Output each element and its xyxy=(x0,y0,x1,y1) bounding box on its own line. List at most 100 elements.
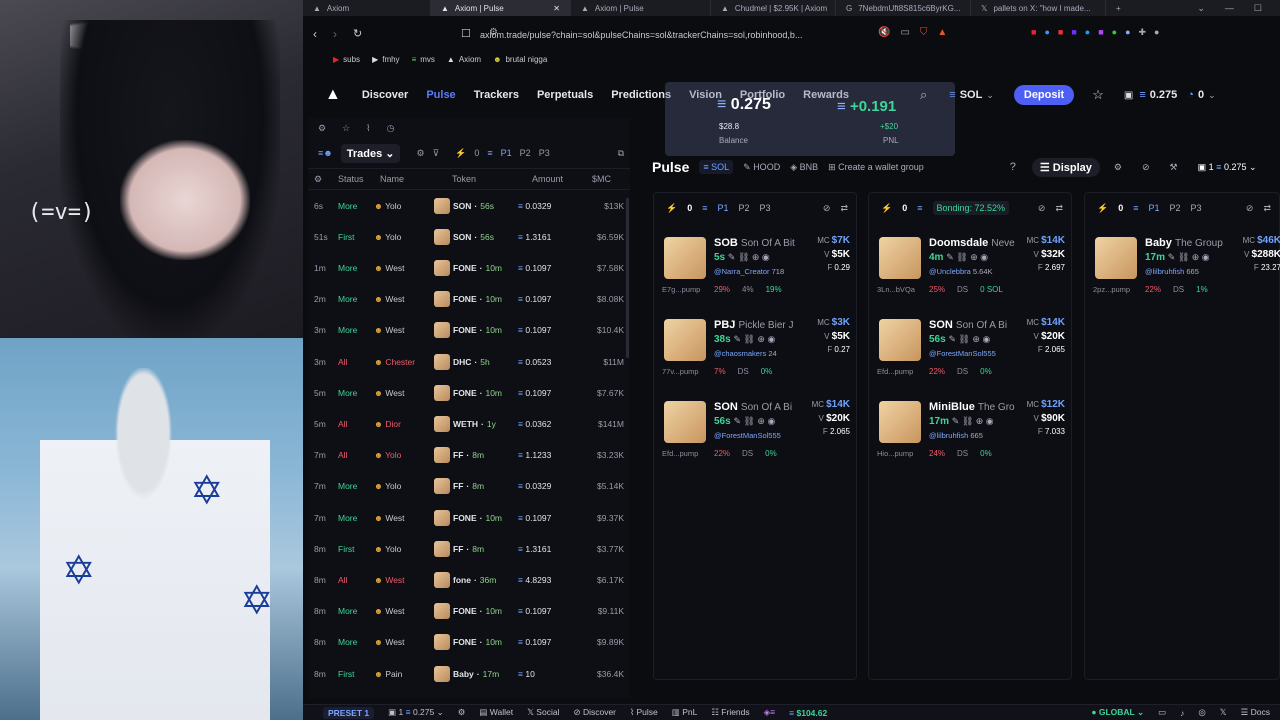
trade-token[interactable]: DHC · 5h xyxy=(434,353,518,370)
trade-token[interactable]: FONE · 10m xyxy=(434,259,518,276)
social-icons[interactable]: ✎ ⛓ ⊕ ◉ xyxy=(952,416,994,426)
filter-sol[interactable]: ≡ SOL xyxy=(699,160,734,174)
social-icons[interactable]: ✎ ⛓ ⊕ ◉ xyxy=(728,252,770,262)
sort-icon[interactable]: ⇄ xyxy=(1263,203,1271,214)
preset-1[interactable]: P1 xyxy=(1149,203,1160,213)
create-wallet-group-button[interactable]: ⊞ Create a wallet group xyxy=(828,162,924,173)
trader-name[interactable]: ☻ Dior xyxy=(374,419,434,429)
docs-link[interactable]: ☰ Docs xyxy=(1241,707,1270,718)
sort-icon[interactable]: ⇄ xyxy=(840,203,848,214)
preset-1[interactable]: P1 xyxy=(501,148,512,158)
token-image[interactable] xyxy=(879,401,921,443)
trade-row[interactable]: 2m More ☻ West FONE · 10m ≡ 0.1097 $8.08K xyxy=(308,284,630,315)
trade-row[interactable]: 7m All ☻ Yolo FF · 8m ≡ 1.1233 $3.23K xyxy=(308,440,630,471)
creator-handle[interactable]: @Unclebbra 5.64K xyxy=(929,267,993,276)
chart-icon[interactable]: ⌇ xyxy=(366,123,370,134)
extension-icon[interactable]: ■ xyxy=(1058,27,1063,38)
token-card[interactable]: E7g...pump SOB Son Of A Bit 5s ✎ ⛓ ⊕ ◉ @Nar… xyxy=(654,229,858,309)
token-image[interactable] xyxy=(1095,237,1137,279)
preset-3[interactable]: P3 xyxy=(760,203,771,213)
footer-link-discover[interactable]: ⊘ Discover xyxy=(573,707,616,718)
chevron-down-icon[interactable]: ⌄ xyxy=(1197,3,1205,14)
trade-row[interactable]: 3m More ☻ West FONE · 10m ≡ 0.1097 $10.4K xyxy=(308,315,630,346)
token-address[interactable]: 3Ln...bVQa xyxy=(877,285,915,294)
trade-row[interactable]: 7m More ☻ West FONE · 10m ≡ 0.1097 $9.37K xyxy=(308,502,630,533)
trader-name[interactable]: ☻ Yolo xyxy=(374,544,434,554)
maximize-icon[interactable]: ☐ xyxy=(1254,3,1262,14)
nav-pulse[interactable]: Pulse xyxy=(417,89,464,101)
extensions-puzzle-icon[interactable]: ✚ xyxy=(1139,27,1147,38)
browser-tab[interactable]: 𝕏pallets on X: "how I made... xyxy=(971,0,1106,16)
address-bar[interactable]: axiom.trade/pulse?chain=sol&pulseChains=… xyxy=(480,26,880,44)
trade-row[interactable]: 8m More ☻ West FONE · 10m ≡ 0.1097 $9.11K xyxy=(308,596,630,627)
axiom-logo-icon[interactable]: ▲ xyxy=(325,86,341,104)
token-address[interactable]: Efd...pump xyxy=(877,367,913,376)
bookmark-item[interactable]: ▶ subs xyxy=(333,52,360,66)
trade-token[interactable]: FF · 8m xyxy=(434,540,518,557)
token-card[interactable]: Efd...pump SON Son Of A Bi 56s ✎ ⛓ ⊕ ◉ @For… xyxy=(654,393,858,473)
trades-tab-selector[interactable]: Trades ⌄ xyxy=(340,143,401,163)
header-wallet-count[interactable]: 0 xyxy=(1194,89,1208,101)
trade-row[interactable]: 8m All ☻ West fone · 36m ≡ 4.8293 $6.17K xyxy=(308,564,630,595)
extension-icon[interactable]: ■ xyxy=(1071,27,1076,38)
footer-link-pulse[interactable]: ⌇ Pulse xyxy=(630,707,658,718)
trade-row[interactable]: 5m More ☻ West FONE · 10m ≡ 0.1097 $7.67K xyxy=(308,377,630,408)
wallet-icon[interactable]: ▣ xyxy=(1124,90,1133,101)
brave-shield-icon[interactable]: ⛉ xyxy=(920,27,928,38)
profile-icon[interactable]: ● xyxy=(1154,27,1159,38)
extension-icon[interactable]: ● xyxy=(1085,27,1090,38)
close-tab-icon[interactable]: ✕ xyxy=(553,4,560,13)
social-icons[interactable]: ✎ ⛓ ⊕ ◉ xyxy=(733,334,775,344)
browser-tab[interactable]: ▲ Axiom xyxy=(303,0,431,16)
trader-name[interactable]: ☻ West xyxy=(374,294,434,304)
token-image[interactable] xyxy=(879,319,921,361)
preset-2[interactable]: P2 xyxy=(520,148,531,158)
creator-handle[interactable]: @chaosmakers 24 xyxy=(714,349,777,358)
trader-name[interactable]: ☻ Chester xyxy=(374,357,434,367)
extension-icon[interactable]: ● xyxy=(1125,27,1130,38)
browser-tab[interactable]: ▲ Axiom | Pulse xyxy=(571,0,711,16)
trader-name[interactable]: ☻ Yolo xyxy=(374,481,434,491)
trader-name[interactable]: ☻ Yolo xyxy=(374,232,434,242)
history-icon[interactable]: ◷ xyxy=(387,123,395,134)
trader-name[interactable]: ☻ Yolo xyxy=(374,450,434,460)
trade-token[interactable]: FONE · 10m xyxy=(434,384,518,401)
trade-row[interactable]: 51s First ☻ Yolo SON · 56s ≡ 1.3161 $6.59K xyxy=(308,221,630,252)
filter-bnb[interactable]: ◈ BNB xyxy=(790,162,818,173)
token-address[interactable]: Hio...pump xyxy=(877,449,913,458)
filter-hood[interactable]: ✎ HOOD xyxy=(743,162,780,173)
trade-row[interactable]: 5m All ☻ Dior WETH · 1y ≡ 0.0362 $141M xyxy=(308,408,630,439)
trade-token[interactable]: FONE · 10m xyxy=(434,291,518,308)
trade-token[interactable]: Baby · 17m xyxy=(434,665,518,682)
column-status[interactable]: Status xyxy=(338,174,380,184)
star-icon[interactable]: ☆ xyxy=(1092,87,1104,103)
wallet-group-icon[interactable]: ≡☻ xyxy=(318,148,333,158)
nav-perpetuals[interactable]: Perpetuals xyxy=(528,89,602,101)
creator-handle[interactable]: @Narra_Creator 718 xyxy=(714,267,784,276)
trader-name[interactable]: ☻ West xyxy=(374,388,434,398)
trade-token[interactable]: FONE · 10m xyxy=(434,634,518,651)
token-card[interactable]: 3Ln...bVQa Doomsdale Neve 4m ✎ ⛓ ⊕ ◉ @Uncle… xyxy=(869,229,1073,309)
trade-token[interactable]: FONE · 10m xyxy=(434,322,518,339)
back-icon[interactable]: ‹ xyxy=(313,27,317,41)
hide-icon[interactable]: ⊘ xyxy=(1038,203,1046,214)
token-image[interactable] xyxy=(664,319,706,361)
trader-name[interactable]: ☻ West xyxy=(374,325,434,335)
creator-handle[interactable]: @lilbruhfish 665 xyxy=(1145,267,1199,276)
preset-3[interactable]: P3 xyxy=(1191,203,1202,213)
token-image[interactable] xyxy=(879,237,921,279)
hide-icon[interactable]: ⊘ xyxy=(1142,162,1150,173)
social-icons[interactable]: ✎ ⛓ ⊕ ◉ xyxy=(1168,252,1210,262)
trader-name[interactable]: ☻ West xyxy=(374,263,434,273)
popout-icon[interactable]: ⧉ xyxy=(618,148,624,159)
chain-selector[interactable]: SOL xyxy=(956,89,987,101)
token-address[interactable]: Efd...pump xyxy=(662,449,698,458)
social-icons[interactable]: ✎ ⛓ ⊕ ◉ xyxy=(948,334,990,344)
column-amount[interactable]: Amount xyxy=(532,174,592,184)
settings-icon[interactable]: ⚙ xyxy=(1114,162,1122,173)
forward-icon[interactable]: › xyxy=(333,27,337,41)
minimize-icon[interactable]: — xyxy=(1225,3,1234,14)
star-icon[interactable]: ☆ xyxy=(342,123,350,134)
bell-icon[interactable]: ♪ xyxy=(1180,708,1184,718)
wallet-selector[interactable]: ▣ 1 ≡ 0.275 ⌄ xyxy=(388,707,444,718)
